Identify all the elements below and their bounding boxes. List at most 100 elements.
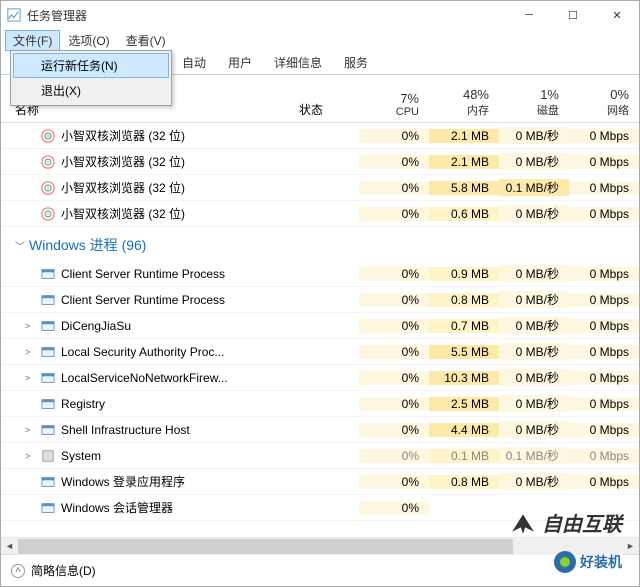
process-name: 小智双核浏览器 (32 位) [61, 179, 185, 196]
close-button[interactable]: ✕ [595, 1, 639, 29]
process-name-cell: Windows 登录应用程序 [1, 473, 299, 490]
horizontal-scrollbar[interactable]: ◄ ► [1, 537, 639, 554]
process-list[interactable]: 小智双核浏览器 (32 位) 0% 2.1 MB 0 MB/秒 0 Mbps 小… [1, 123, 639, 537]
cpu-cell: 0% [359, 293, 429, 307]
menu-bar: 文件(F) 选项(O) 查看(V) [1, 29, 639, 51]
group-label: Windows 进程 (96) [29, 235, 146, 255]
disk-cell: 0 MB/秒 [499, 317, 569, 334]
disk-cell: 0.1 MB/秒 [499, 447, 569, 464]
expand-icon[interactable]: > [25, 451, 35, 461]
scroll-thumb[interactable] [18, 539, 513, 554]
memory-cell: 10.3 MB [429, 371, 499, 385]
process-name: 小智双核浏览器 (32 位) [61, 153, 185, 170]
process-name-cell: 小智双核浏览器 (32 位) [1, 127, 299, 144]
process-row[interactable]: > System 0% 0.1 MB 0.1 MB/秒 0 Mbps [1, 443, 639, 469]
cpu-cell: 0% [359, 319, 429, 333]
col-cpu[interactable]: 7%CPU [359, 91, 429, 118]
process-row[interactable]: 小智双核浏览器 (32 位) 0% 5.8 MB 0.1 MB/秒 0 Mbps [1, 175, 639, 201]
watermark-text-2: 好装机 [580, 552, 622, 572]
process-name-cell: 小智双核浏览器 (32 位) [1, 205, 299, 222]
process-name: DiCengJiaSu [61, 319, 131, 333]
process-row[interactable]: 小智双核浏览器 (32 位) 0% 2.1 MB 0 MB/秒 0 Mbps [1, 123, 639, 149]
cpu-cell: 0% [359, 397, 429, 411]
scroll-left-arrow[interactable]: ◄ [1, 538, 18, 555]
title-bar[interactable]: 任务管理器 ─ ☐ ✕ [1, 1, 639, 29]
expand-icon[interactable]: > [25, 347, 35, 357]
process-row[interactable]: > Local Security Authority Proc... 0% 5.… [1, 339, 639, 365]
process-name-cell: > LocalServiceNoNetworkFirew... [1, 371, 299, 385]
task-manager-window: 任务管理器 ─ ☐ ✕ 文件(F) 选项(O) 查看(V) 运行新任务(N) 退… [0, 0, 640, 587]
network-cell: 0 Mbps [569, 475, 639, 489]
memory-cell: 4.4 MB [429, 423, 499, 437]
process-row[interactable]: > LocalServiceNoNetworkFirew... 0% 10.3 … [1, 365, 639, 391]
menu-file[interactable]: 文件(F) [5, 30, 60, 51]
watermark-logo-icon [554, 551, 576, 573]
tab-services[interactable]: 服务 [333, 50, 379, 74]
cpu-cell: 0% [359, 449, 429, 463]
tab-details[interactable]: 详细信息 [263, 50, 333, 74]
disk-cell: 0 MB/秒 [499, 265, 569, 282]
col-status[interactable]: 状态 [299, 101, 359, 118]
col-network[interactable]: 0%网络 [569, 87, 639, 118]
cpu-cell: 0% [359, 129, 429, 143]
file-menu-dropdown: 运行新任务(N) 退出(X) [10, 50, 172, 106]
maximize-button[interactable]: ☐ [551, 1, 595, 29]
network-cell: 0 Mbps [569, 181, 639, 195]
process-name: LocalServiceNoNetworkFirew... [61, 371, 228, 385]
scroll-track[interactable] [18, 538, 622, 555]
process-row[interactable]: > DiCengJiaSu 0% 0.7 MB 0 MB/秒 0 Mbps [1, 313, 639, 339]
disk-cell: 0 MB/秒 [499, 369, 569, 386]
scroll-right-arrow[interactable]: ► [622, 538, 639, 555]
process-name-cell: > Local Security Authority Proc... [1, 345, 299, 359]
network-cell: 0 Mbps [569, 371, 639, 385]
expand-icon[interactable]: > [25, 373, 35, 383]
expand-icon[interactable]: > [25, 425, 35, 435]
tab-startup[interactable]: 自动 [171, 50, 217, 74]
menu-view[interactable]: 查看(V) [118, 30, 174, 51]
memory-cell: 0.9 MB [429, 267, 499, 281]
col-disk[interactable]: 1%磁盘 [499, 87, 569, 118]
process-row[interactable]: Client Server Runtime Process 0% 0.9 MB … [1, 261, 639, 287]
process-row[interactable]: 小智双核浏览器 (32 位) 0% 0.6 MB 0 MB/秒 0 Mbps [1, 201, 639, 227]
memory-cell: 5.8 MB [429, 181, 499, 195]
cpu-cell: 0% [359, 501, 429, 515]
cpu-cell: 0% [359, 345, 429, 359]
process-row[interactable]: Client Server Runtime Process 0% 0.8 MB … [1, 287, 639, 313]
minimize-button[interactable]: ─ [507, 1, 551, 29]
tab-users[interactable]: 用户 [217, 50, 263, 74]
cpu-cell: 0% [359, 475, 429, 489]
col-memory[interactable]: 48%内存 [429, 87, 499, 118]
disk-cell: 0 MB/秒 [499, 205, 569, 222]
expand-icon[interactable]: > [25, 321, 35, 331]
group-windows-processes[interactable]: ﹀Windows 进程 (96) [1, 227, 639, 261]
watermark-1: 自由互联 [510, 508, 622, 537]
bottom-bar: ˄ 简略信息(D) [1, 554, 639, 586]
network-cell: 0 Mbps [569, 319, 639, 333]
menu-item-exit[interactable]: 退出(X) [13, 78, 169, 103]
network-cell: 0 Mbps [569, 423, 639, 437]
process-name: Client Server Runtime Process [61, 293, 225, 307]
disk-cell: 0 MB/秒 [499, 473, 569, 490]
watermark-2: 好装机 [554, 551, 622, 573]
process-row[interactable]: Registry 0% 2.5 MB 0 MB/秒 0 Mbps [1, 391, 639, 417]
process-name-cell: > Shell Infrastructure Host [1, 423, 299, 437]
process-name: Registry [61, 397, 105, 411]
brief-info-link[interactable]: 简略信息(D) [31, 562, 96, 579]
process-name: System [61, 449, 101, 463]
cpu-cell: 0% [359, 267, 429, 281]
disk-cell: 0 MB/秒 [499, 421, 569, 438]
process-name-cell: Client Server Runtime Process [1, 267, 299, 281]
menu-item-new-task[interactable]: 运行新任务(N) [13, 53, 169, 78]
menu-options[interactable]: 选项(O) [60, 30, 117, 51]
disk-cell: 0 MB/秒 [499, 127, 569, 144]
process-name-cell: Windows 会话管理器 [1, 499, 299, 516]
process-row[interactable]: > Shell Infrastructure Host 0% 4.4 MB 0 … [1, 417, 639, 443]
process-row[interactable]: 小智双核浏览器 (32 位) 0% 2.1 MB 0 MB/秒 0 Mbps [1, 149, 639, 175]
network-cell: 0 Mbps [569, 397, 639, 411]
network-cell: 0 Mbps [569, 449, 639, 463]
process-name: Shell Infrastructure Host [61, 423, 190, 437]
cpu-cell: 0% [359, 155, 429, 169]
network-cell: 0 Mbps [569, 345, 639, 359]
network-cell: 0 Mbps [569, 207, 639, 221]
process-row[interactable]: Windows 登录应用程序 0% 0.8 MB 0 MB/秒 0 Mbps [1, 469, 639, 495]
